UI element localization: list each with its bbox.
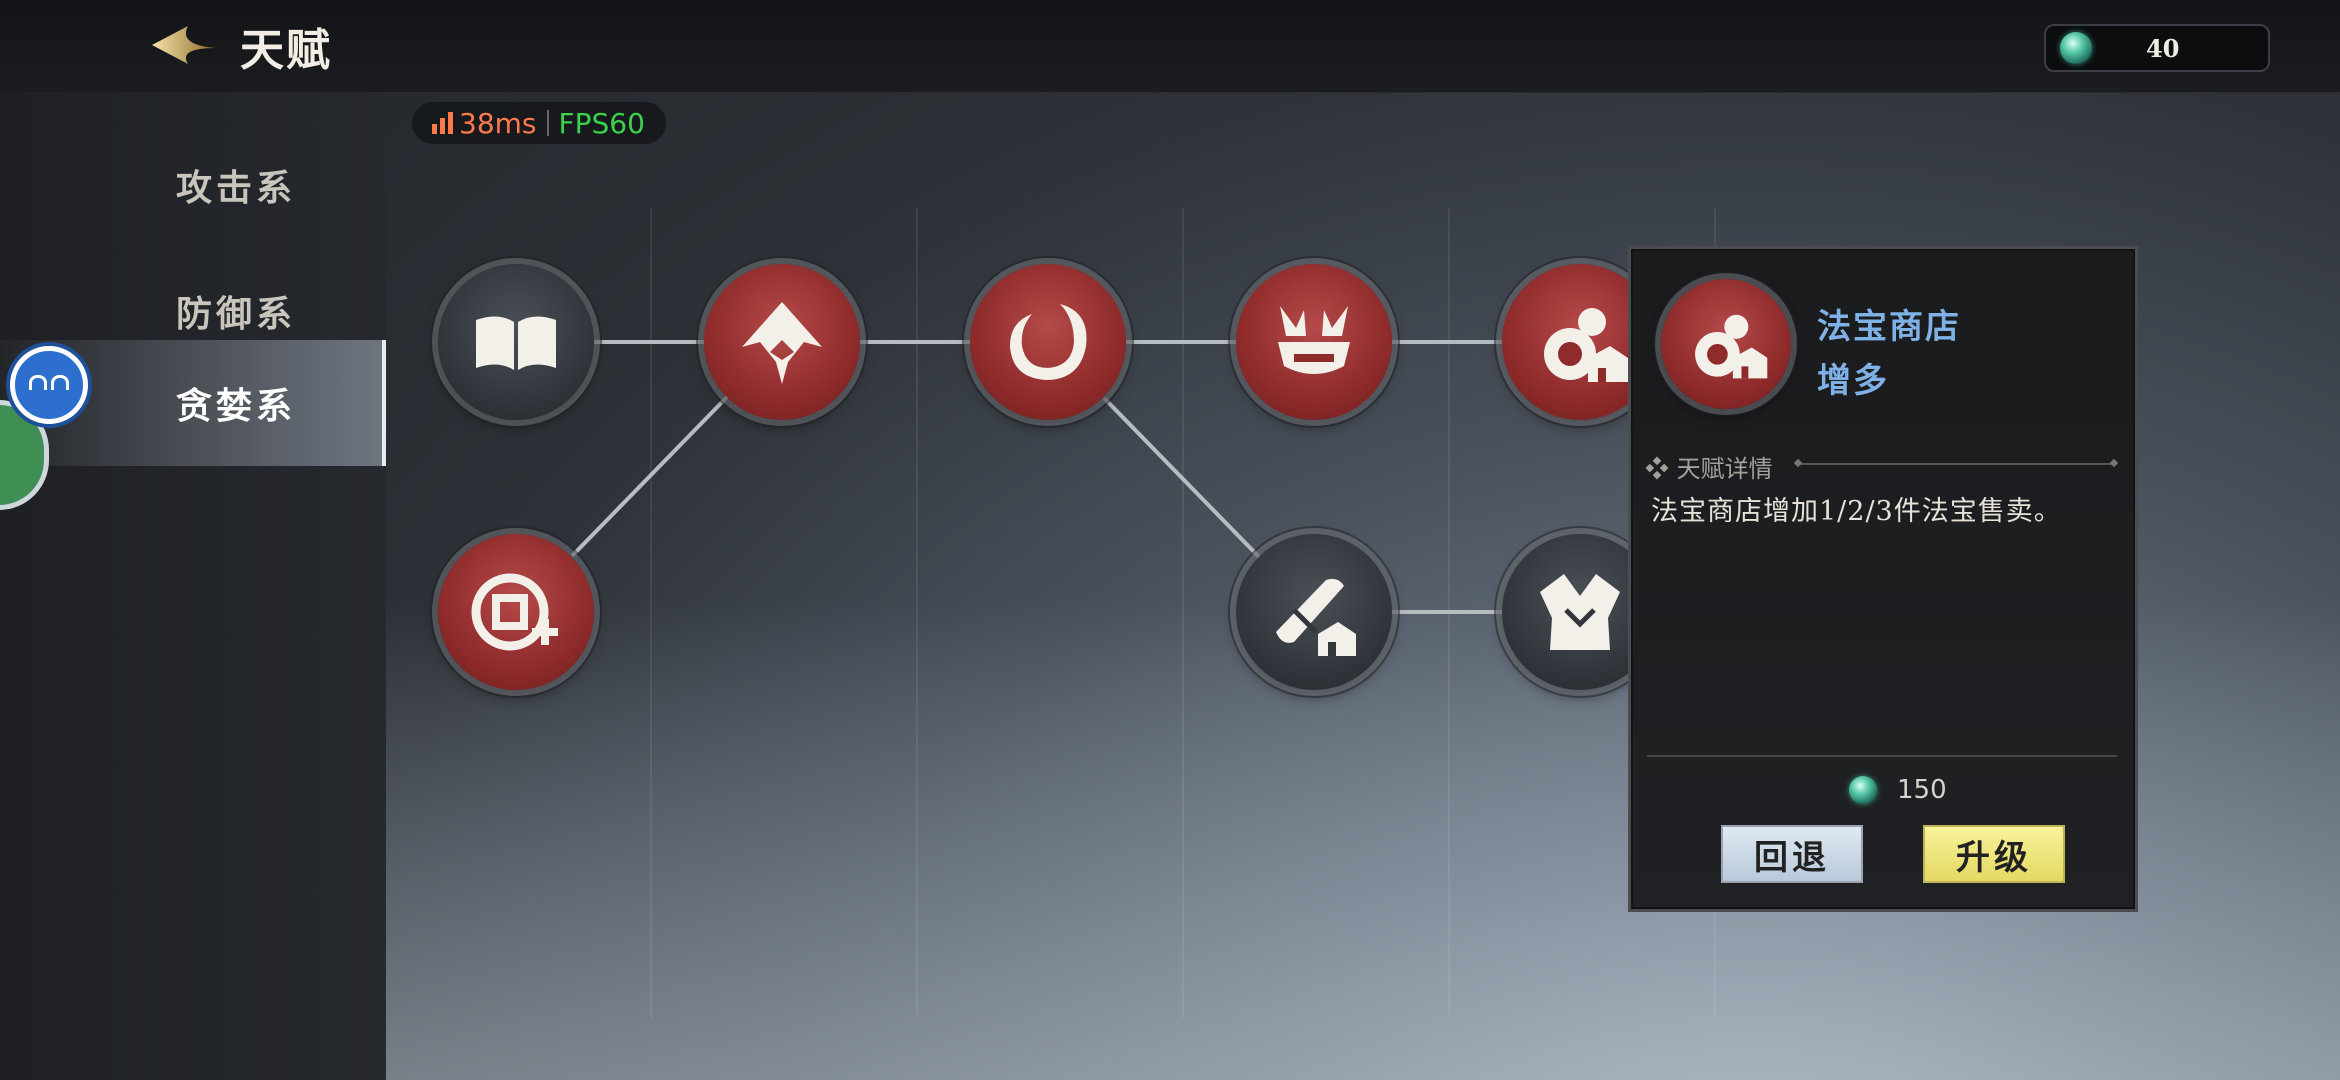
talent-node-crown[interactable] [704, 264, 860, 420]
upgrade-button[interactable]: 升级 [1923, 825, 2065, 883]
talent-detail-panel: 法宝商店 增多 ❖ 天赋详情 法宝商店增加1/2/3件法宝售卖。 150 回退 … [1628, 246, 2138, 912]
scroll-shop-icon [1276, 578, 1356, 656]
gourd-shop-icon [1695, 314, 1768, 379]
talent-title: 法宝商店 [1817, 307, 1961, 347]
jade-gem-icon [1849, 776, 1877, 804]
section-divider [1799, 463, 2113, 465]
gourd-shop-icon [1544, 308, 1628, 382]
eye-icon [29, 375, 47, 390]
eye-icon [51, 375, 69, 390]
talent-node-book[interactable] [438, 264, 594, 420]
talent-node-ring[interactable] [970, 264, 1126, 420]
cost-amount: 150 [1897, 775, 1947, 805]
armor-shop-icon [1540, 574, 1620, 650]
talent-node-coin-plus[interactable] [438, 534, 594, 690]
ring-icon [1010, 304, 1087, 380]
floating-assistant-button[interactable] [10, 346, 88, 424]
revert-button[interactable]: 回退 [1721, 825, 1863, 883]
talent-node-scroll[interactable] [1236, 534, 1392, 690]
footer-divider [1647, 755, 2117, 757]
upgrade-cost: 150 [1849, 775, 1947, 805]
section-label: 天赋详情 [1676, 455, 1773, 483]
selected-talent-icon [1661, 279, 1791, 409]
claws-icon [1278, 306, 1350, 374]
talent-description: 法宝商店增加1/2/3件法宝售卖。 [1651, 496, 2062, 527]
talent-title-line2: 增多 [1817, 361, 1889, 401]
section-header: ❖ 天赋详情 [1645, 455, 1773, 483]
book-icon [476, 316, 556, 370]
talent-node-claws[interactable] [1236, 264, 1392, 420]
crown-icon [742, 302, 822, 384]
coin-plus-icon [471, 573, 558, 651]
